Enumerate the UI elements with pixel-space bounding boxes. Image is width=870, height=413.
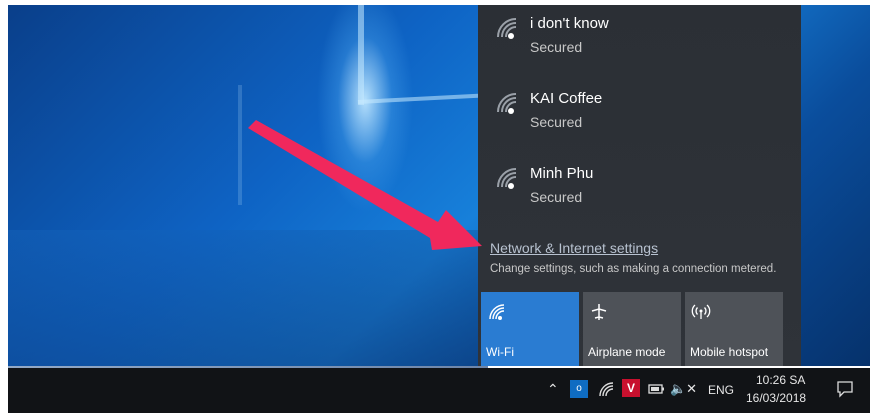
volume-muted-icon[interactable]: 🔈✕: [670, 381, 697, 397]
chevron-up-icon[interactable]: ⌃: [547, 381, 559, 398]
battery-icon[interactable]: [648, 382, 666, 396]
screenshot-frame: i don't know Secured KAI Coffee Secured …: [0, 0, 870, 413]
annotation-arrow: [248, 120, 482, 250]
action-center-icon[interactable]: [836, 380, 854, 398]
arrow-shape: [248, 120, 482, 250]
clock-time[interactable]: 10:26 SA: [756, 373, 805, 387]
taskbar: ⌃ o V 🔈✕ ENG 10:26 SA 16/03/2018: [8, 368, 870, 413]
outlook-icon[interactable]: o: [570, 380, 588, 398]
language-indicator[interactable]: ENG: [708, 383, 734, 397]
wifi-tray-icon[interactable]: [598, 381, 616, 397]
antivirus-icon[interactable]: V: [622, 379, 640, 397]
clock-date[interactable]: 16/03/2018: [746, 391, 806, 405]
